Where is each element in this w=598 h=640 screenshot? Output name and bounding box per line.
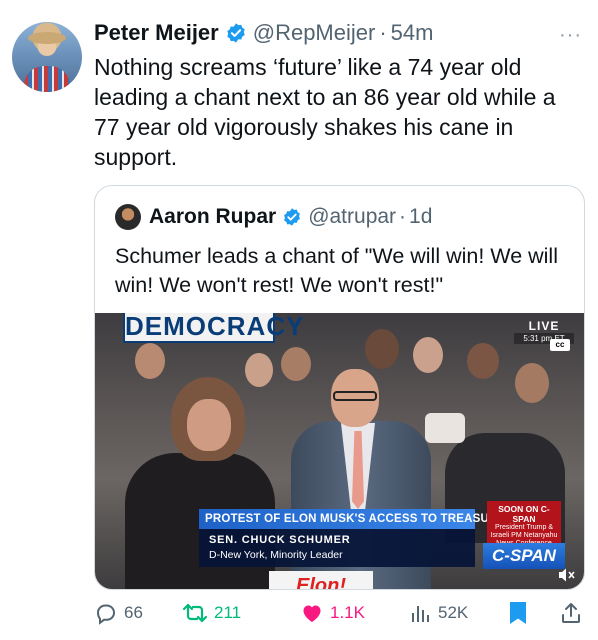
reply-button[interactable]: 66 bbox=[94, 598, 143, 628]
cspan-logo: C-SPAN bbox=[483, 543, 565, 569]
author-name[interactable]: Peter Meijer bbox=[94, 20, 219, 46]
bookmark-button[interactable] bbox=[508, 598, 528, 628]
views-count: 52K bbox=[438, 603, 469, 622]
live-label: LIVE bbox=[528, 319, 560, 333]
crowd-head bbox=[413, 337, 443, 373]
elon-sign: Elon! bbox=[269, 571, 373, 589]
retweet-button[interactable]: 211 bbox=[182, 598, 241, 628]
separator-dot: · bbox=[399, 205, 407, 228]
schumer-glasses bbox=[333, 391, 377, 401]
lower-third-title: PROTEST OF ELON MUSK'S ACCESS TO TREASUR… bbox=[199, 509, 542, 529]
democracy-sign: DEMOCRACY bbox=[123, 313, 303, 343]
crowd-head bbox=[467, 343, 499, 379]
closed-captions-icon: cc bbox=[550, 339, 570, 351]
retweet-count: 211 bbox=[214, 603, 242, 622]
crowd-head bbox=[245, 353, 273, 387]
soon-title: SOON ON C-SPAN bbox=[498, 504, 550, 524]
share-button[interactable] bbox=[560, 598, 582, 628]
quoted-timestamp[interactable]: 1d bbox=[409, 205, 432, 229]
crowd-head bbox=[135, 343, 165, 379]
woman-face bbox=[187, 399, 231, 451]
analytics-icon bbox=[412, 606, 429, 622]
reply-icon bbox=[96, 604, 116, 625]
author-handle[interactable]: @RepMeijer bbox=[253, 20, 376, 46]
bookmark-icon bbox=[510, 602, 526, 624]
heart-icon bbox=[303, 605, 321, 622]
lower-third-name: SEN. CHUCK SCHUMER bbox=[209, 534, 351, 546]
shirt-shape bbox=[24, 66, 70, 92]
retweet-icon bbox=[182, 603, 208, 623]
quoted-tweet-header: Aaron Rupar @atrupar · 1d bbox=[115, 204, 432, 230]
lower-third: PROTEST OF ELON MUSK'S ACCESS TO TREASUR… bbox=[199, 509, 542, 567]
tweet-text: Nothing screams ‘future’ like a 74 year … bbox=[94, 54, 556, 170]
quoted-author-handle[interactable]: @atrupar bbox=[308, 205, 396, 229]
author-avatar[interactable] bbox=[12, 22, 82, 92]
lower-third-role: D-New York, Minority Leader bbox=[209, 549, 343, 561]
tweet-header: Peter Meijer @RepMeijer · 54m bbox=[94, 18, 433, 48]
share-icon bbox=[562, 603, 580, 623]
protest-sign bbox=[425, 413, 465, 443]
separator-dot: · bbox=[379, 20, 387, 45]
quoted-author-name[interactable]: Aaron Rupar bbox=[149, 205, 276, 229]
mute-icon[interactable] bbox=[558, 567, 576, 583]
reply-count: 66 bbox=[124, 603, 143, 622]
tweet-timestamp[interactable]: 54m bbox=[391, 20, 434, 46]
quoted-tweet-text: Schumer leads a chant of "We will win! W… bbox=[115, 244, 558, 297]
crowd-head bbox=[281, 347, 311, 381]
like-button[interactable]: 1.1K bbox=[300, 598, 365, 628]
action-bar: 66 211 1.1K 52K bbox=[94, 598, 592, 628]
like-count: 1.1K bbox=[330, 603, 365, 622]
verified-badge-icon bbox=[227, 23, 245, 43]
views-button[interactable]: 52K bbox=[410, 598, 468, 628]
verified-badge-icon bbox=[284, 208, 301, 226]
more-options-icon[interactable]: ··· bbox=[559, 24, 582, 47]
quoted-tweet[interactable]: Aaron Rupar @atrupar · 1d Schumer leads … bbox=[94, 185, 585, 590]
crowd-head bbox=[515, 363, 549, 403]
video-player[interactable]: DEMOCRACY Elon! LIVE 5:31 pm ET cc PROTE… bbox=[95, 313, 584, 589]
quoted-author-avatar[interactable] bbox=[115, 204, 141, 230]
lower-third-subtitle: SEN. CHUCK SCHUMER D-New York, Minority … bbox=[199, 529, 475, 567]
crowd-head bbox=[365, 329, 399, 369]
hat-shape bbox=[28, 32, 66, 44]
